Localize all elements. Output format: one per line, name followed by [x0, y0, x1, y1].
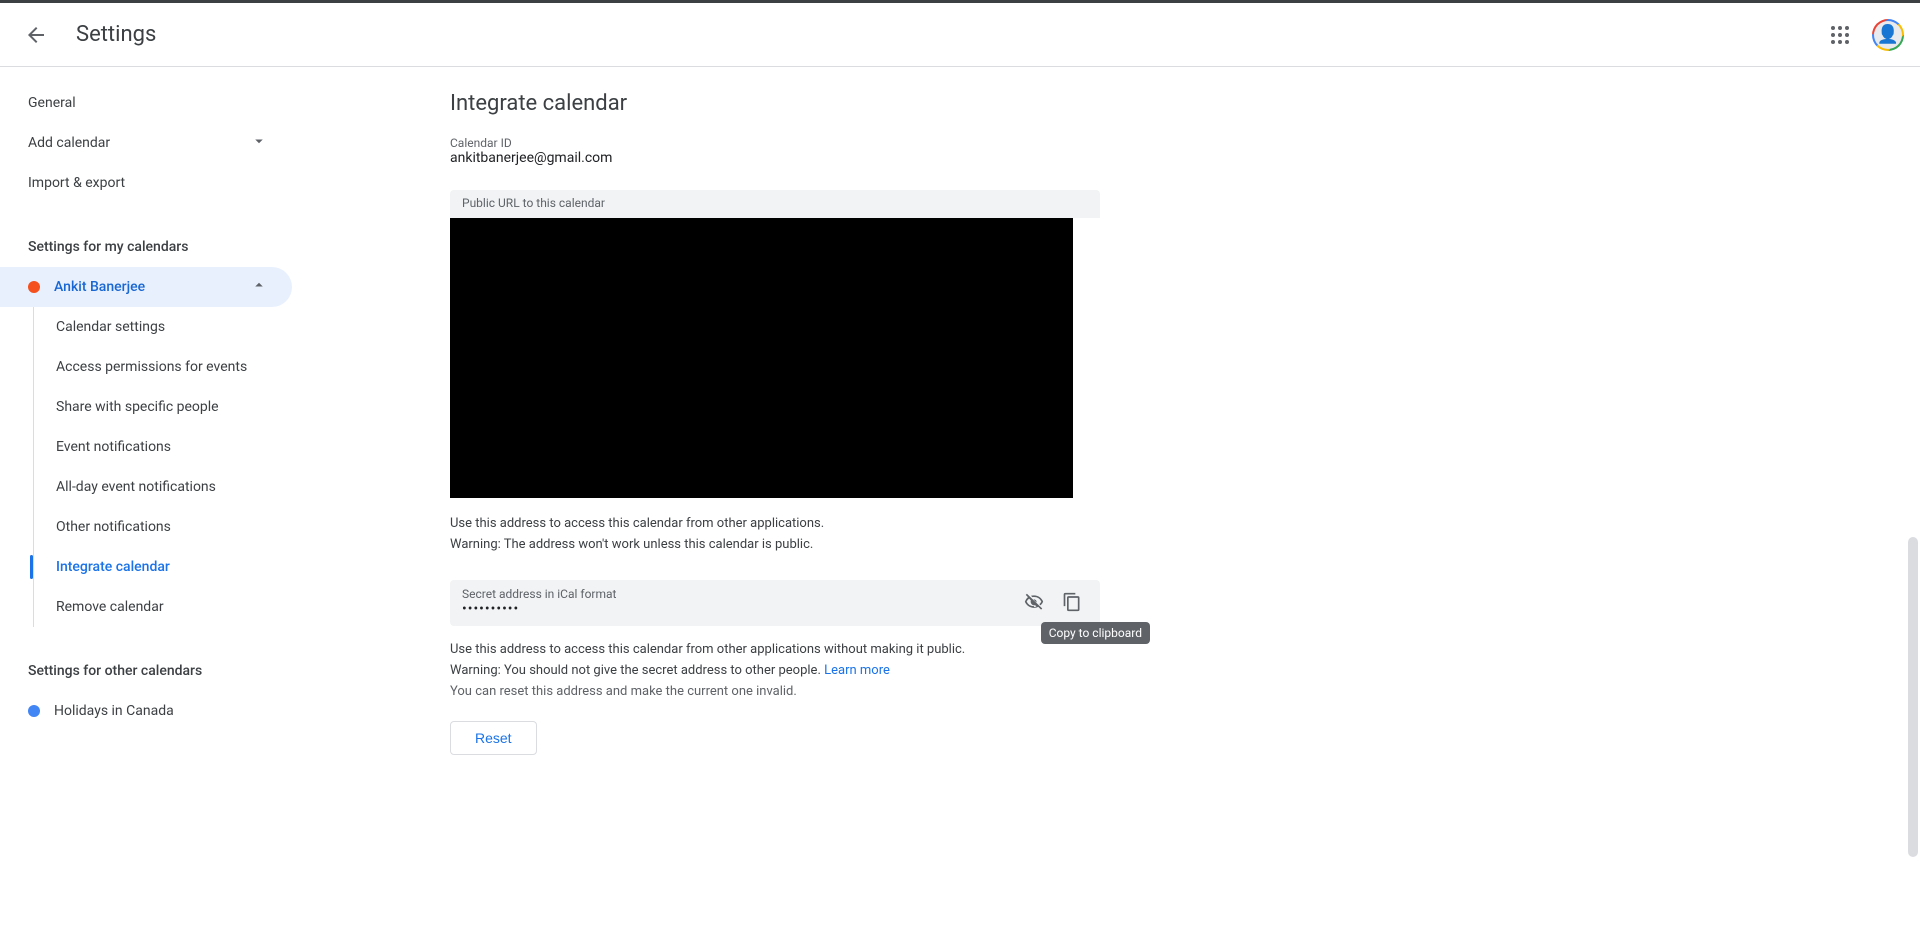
sidebar-item-label: Share with specific people	[56, 399, 219, 415]
sidebar-item-label: Event notifications	[56, 439, 171, 455]
reset-button[interactable]: Reset	[450, 721, 537, 755]
public-url-help: Use this address to access this calendar…	[450, 516, 1100, 531]
sidebar-item-label: Other notifications	[56, 519, 171, 535]
sidebar-sub-event-notifications[interactable]: Event notifications	[0, 427, 292, 467]
page-title: Settings	[76, 22, 156, 47]
sidebar-item-label: All-day event notifications	[56, 479, 216, 495]
account-avatar[interactable]: 👤	[1872, 19, 1904, 51]
arrow-left-icon	[24, 23, 48, 47]
secret-address-label: Secret address in iCal format	[462, 587, 616, 601]
sidebar-section-other-calendars: Settings for other calendars	[0, 651, 300, 691]
sidebar-item-label: Calendar settings	[56, 319, 165, 335]
sidebar-sub-access-permissions[interactable]: Access permissions for events	[0, 347, 292, 387]
toggle-visibility-button[interactable]	[1018, 586, 1050, 618]
sidebar-item-label: Holidays in Canada	[54, 703, 174, 719]
sidebar-sub-share-people[interactable]: Share with specific people	[0, 387, 292, 427]
sidebar-item-label: Access permissions for events	[56, 357, 247, 377]
secret-address-value: ••••••••••	[462, 601, 616, 617]
calendar-id-label: Calendar ID	[450, 136, 1100, 150]
learn-more-link[interactable]: Learn more	[824, 663, 890, 678]
header: Settings 👤	[0, 3, 1920, 67]
scrollbar-thumb[interactable]	[1908, 537, 1918, 857]
google-apps-button[interactable]	[1820, 15, 1860, 55]
copy-to-clipboard-button[interactable]	[1056, 586, 1088, 618]
sidebar-item-owner-calendar[interactable]: Ankit Banerjee	[0, 267, 292, 307]
section-title: Integrate calendar	[450, 91, 1100, 116]
secret-address-help: Use this address to access this calendar…	[450, 642, 1100, 657]
sidebar-item-label: Ankit Banerjee	[54, 279, 145, 295]
sidebar-item-label: Add calendar	[28, 135, 110, 151]
calendar-id-value: ankitbanerjee@gmail.com	[450, 150, 1100, 166]
reset-info-text: You can reset this address and make the …	[450, 684, 1100, 699]
sidebar-sub-integrate-calendar[interactable]: Integrate calendar	[0, 547, 292, 587]
sidebar-item-label: General	[28, 95, 76, 111]
sidebar-item-label: Import & export	[28, 175, 125, 191]
public-url-label: Public URL to this calendar	[462, 196, 1088, 210]
avatar-image: 👤	[1874, 21, 1902, 49]
calendar-color-dot-icon	[28, 281, 40, 293]
main-content: Integrate calendar Calendar ID ankitbane…	[300, 67, 1920, 930]
sidebar-section-my-calendars: Settings for my calendars	[0, 227, 300, 267]
sidebar-item-label: Integrate calendar	[56, 559, 170, 575]
redacted-block	[450, 218, 1073, 498]
chevron-down-icon	[250, 132, 268, 154]
sidebar-item-add-calendar[interactable]: Add calendar	[0, 123, 292, 163]
sidebar-sub-remove-calendar[interactable]: Remove calendar	[0, 587, 292, 627]
chevron-up-icon	[250, 276, 268, 298]
public-url-box: Public URL to this calendar	[450, 190, 1100, 218]
secret-address-warning: Warning: You should not give the secret …	[450, 663, 1100, 678]
visibility-off-icon	[1024, 592, 1044, 612]
sidebar-sub-other-notifications[interactable]: Other notifications	[0, 507, 292, 547]
apps-grid-icon	[1831, 26, 1849, 44]
sidebar-sub-allday-notifications[interactable]: All-day event notifications	[0, 467, 292, 507]
back-button[interactable]	[16, 15, 56, 55]
calendar-color-dot-icon	[28, 705, 40, 717]
settings-sidebar: General Add calendar Import & export Set…	[0, 67, 300, 930]
sidebar-sub-calendar-settings[interactable]: Calendar settings	[0, 307, 292, 347]
public-url-warning: Warning: The address won't work unless t…	[450, 537, 1100, 552]
sidebar-item-import-export[interactable]: Import & export	[0, 163, 292, 203]
sidebar-item-label: Remove calendar	[56, 599, 164, 615]
copy-tooltip: Copy to clipboard	[1041, 622, 1150, 644]
scrollbar-track[interactable]	[1908, 537, 1918, 857]
secret-address-box: Secret address in iCal format ••••••••••…	[450, 580, 1100, 626]
sidebar-item-holidays-canada[interactable]: Holidays in Canada	[0, 691, 292, 731]
copy-icon	[1062, 592, 1082, 612]
sidebar-item-general[interactable]: General	[0, 83, 292, 123]
